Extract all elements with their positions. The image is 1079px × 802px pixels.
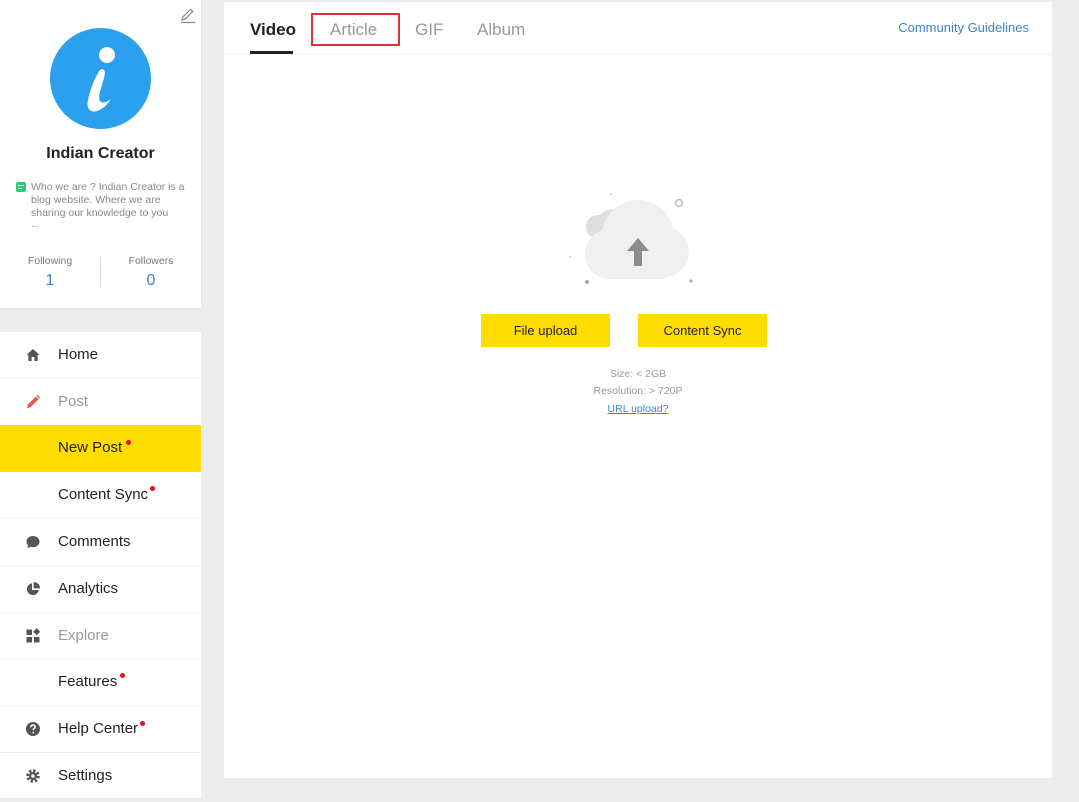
avatar-logo-icon xyxy=(87,47,115,112)
file-upload-button[interactable]: File upload xyxy=(481,314,610,347)
gear-icon xyxy=(26,769,40,783)
active-tab-indicator xyxy=(250,51,293,54)
sidebar-item-home[interactable]: Home xyxy=(0,332,201,379)
sidebar-item-comments[interactable]: Comments xyxy=(0,519,201,566)
bio-ellipsis: ... xyxy=(31,219,40,230)
bio-text: Who we are ? Indian Creator is a blog we… xyxy=(31,181,185,219)
post-type-tabs: Video Article GIF Album Community Guidel… xyxy=(224,2,1052,55)
profile-stats: Following 1 Followers 0 xyxy=(0,255,201,289)
sidebar-item-label: Comments xyxy=(58,533,131,550)
sidebar-item-post[interactable]: Post xyxy=(0,379,201,426)
profile-card: Indian Creator Who we are ? Indian Creat… xyxy=(0,0,201,308)
followers-label: Followers xyxy=(128,255,174,267)
sidebar-item-explore[interactable]: Explore xyxy=(0,613,201,660)
tab-album[interactable]: Album xyxy=(477,20,525,40)
sidebar-item-new-post[interactable]: New Post xyxy=(0,425,201,472)
main-panel: Video Article GIF Album Community Guidel… xyxy=(224,2,1052,778)
sidebar-item-content-sync[interactable]: Content Sync xyxy=(0,472,201,519)
help-icon xyxy=(26,722,40,736)
sidebar-item-settings[interactable]: Settings xyxy=(0,753,201,800)
tab-video[interactable]: Video xyxy=(250,20,296,40)
sidebar-nav: Home Post New Post Content Sync Comments… xyxy=(0,332,201,798)
followers-count: 0 xyxy=(146,272,156,289)
avatar[interactable] xyxy=(50,28,151,129)
sidebar-item-label: Help Center xyxy=(58,720,139,737)
tab-article[interactable]: Article xyxy=(330,20,377,40)
cloud-upload-icon xyxy=(569,193,693,284)
pie-chart-icon xyxy=(26,582,40,596)
profile-name: Indian Creator xyxy=(46,145,155,162)
notification-dot xyxy=(126,440,131,445)
following-count: 1 xyxy=(45,272,55,289)
community-guidelines-link[interactable]: Community Guidelines xyxy=(898,20,1029,35)
sidebar-item-label: Post xyxy=(58,393,89,410)
following-stat[interactable]: Following 1 xyxy=(0,255,100,290)
profile-bio: Who we are ? Indian Creator is a blog we… xyxy=(16,181,186,230)
content-sync-button[interactable]: Content Sync xyxy=(638,314,767,347)
sidebar-item-label: Content Sync xyxy=(58,486,149,503)
widgets-icon xyxy=(26,628,41,643)
followers-stat[interactable]: Followers 0 xyxy=(101,255,201,290)
sidebar-item-label: Explore xyxy=(58,627,109,644)
sidebar-item-help-center[interactable]: Help Center xyxy=(0,706,201,753)
sidebar-item-label: New Post xyxy=(58,439,123,456)
home-icon xyxy=(26,349,40,361)
sidebar-item-label: Analytics xyxy=(58,580,119,597)
url-upload-link[interactable]: URL upload? xyxy=(608,403,669,415)
size-info: Size: < 2GB xyxy=(609,368,667,380)
sidebar-item-label: Home xyxy=(58,346,99,363)
note-icon xyxy=(16,182,26,192)
sidebar-item-features[interactable]: Features xyxy=(0,659,201,706)
edit-icon[interactable] xyxy=(179,6,197,24)
notification-dot xyxy=(150,486,155,491)
notification-dot xyxy=(120,673,125,678)
notification-dot xyxy=(140,721,145,726)
sidebar-item-analytics[interactable]: Analytics xyxy=(0,566,201,613)
tab-gif[interactable]: GIF xyxy=(415,20,443,40)
pencil-icon xyxy=(27,395,40,408)
comment-icon xyxy=(26,536,40,549)
resolution-info: Resolution: > 720P xyxy=(593,385,683,397)
sidebar-item-label: Settings xyxy=(58,767,113,784)
sidebar-item-label: Features xyxy=(58,673,118,690)
following-label: Following xyxy=(27,255,73,267)
url-upload-row: URL upload? xyxy=(224,403,1052,415)
